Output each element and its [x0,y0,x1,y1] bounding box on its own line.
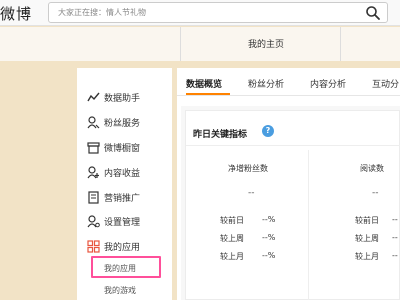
compare-label: 较前日 [355,216,379,225]
nav-band: 我的主页 [0,27,400,61]
metric-header-net-fans: 净增粉丝数 [228,164,268,173]
sidebar-item-label: 粉丝服务 [104,118,141,129]
fans-icon [87,115,100,129]
apps-icon [87,239,100,253]
sub-item-my-apps[interactable]: 我的应用 [104,263,136,274]
shop-window-icon [87,141,100,154]
metric-value-reads: -- [372,188,379,198]
sidebar-item-label: 内容收益 [104,168,141,179]
nav-divider [180,27,181,61]
weibo-logo[interactable]: 微博 [0,3,32,24]
sub-item-my-games[interactable]: 我的游戏 [104,285,136,296]
compare-value: --% [262,233,276,242]
sidebar-item-label: 营销推广 [104,193,141,204]
column-divider [308,150,309,300]
income-icon [87,165,100,179]
tab-interaction-analysis[interactable]: 互动分 [372,77,399,90]
promotion-icon [87,190,100,204]
compare-label: 较上月 [220,252,244,261]
sidebar-item-my-apps[interactable]: 我的应用 [87,238,140,254]
compare-value: --% [262,215,276,224]
compare-value: -- [392,251,398,260]
help-icon[interactable]: ? [262,125,274,137]
sidebar-item-fans-service[interactable]: 粉丝服务 [87,114,140,130]
search-icon[interactable] [365,5,381,21]
search-input[interactable] [49,3,359,22]
chart-line-icon [87,91,100,104]
search-box[interactable] [48,2,388,23]
card-divider [186,145,400,146]
nav-divider [340,27,341,61]
compare-label: 较前日 [220,216,244,225]
sidebar-item-label: 我的应用 [104,242,141,253]
sidebar-item-promotion[interactable]: 营销推广 [87,189,140,205]
compare-value: -- [392,233,398,242]
tab-content-analysis[interactable]: 内容分析 [310,77,346,90]
sidebar-item-label: 设置管理 [104,217,141,228]
sidebar-item-label: 数据助手 [104,93,141,104]
settings-icon [87,214,100,228]
active-tab-indicator [186,93,230,95]
tab-data-overview[interactable]: 数据概览 [186,77,222,90]
sidebar-item-settings[interactable]: 设置管理 [87,213,140,229]
compare-value: -- [392,215,398,224]
compare-label: 较上月 [355,252,379,261]
compare-label: 较上周 [355,234,379,243]
metric-value-net-fans: -- [248,188,255,198]
card-title: 昨日关键指标 [193,130,248,140]
sidebar-item-shop-window[interactable]: 微博橱窗 [87,139,140,155]
metric-header-reads: 阅读数 [360,164,384,173]
sidebar-item-data-assistant[interactable]: 数据助手 [87,89,140,105]
my-home-link[interactable]: 我的主页 [248,37,284,50]
sidebar-item-content-income[interactable]: 内容收益 [87,164,140,180]
top-bar: 微博 [0,0,400,26]
compare-label: 较上周 [220,234,244,243]
tab-fans-analysis[interactable]: 粉丝分析 [248,77,284,90]
compare-value: --% [262,251,276,260]
sidebar-item-label: 微博橱窗 [104,143,141,154]
